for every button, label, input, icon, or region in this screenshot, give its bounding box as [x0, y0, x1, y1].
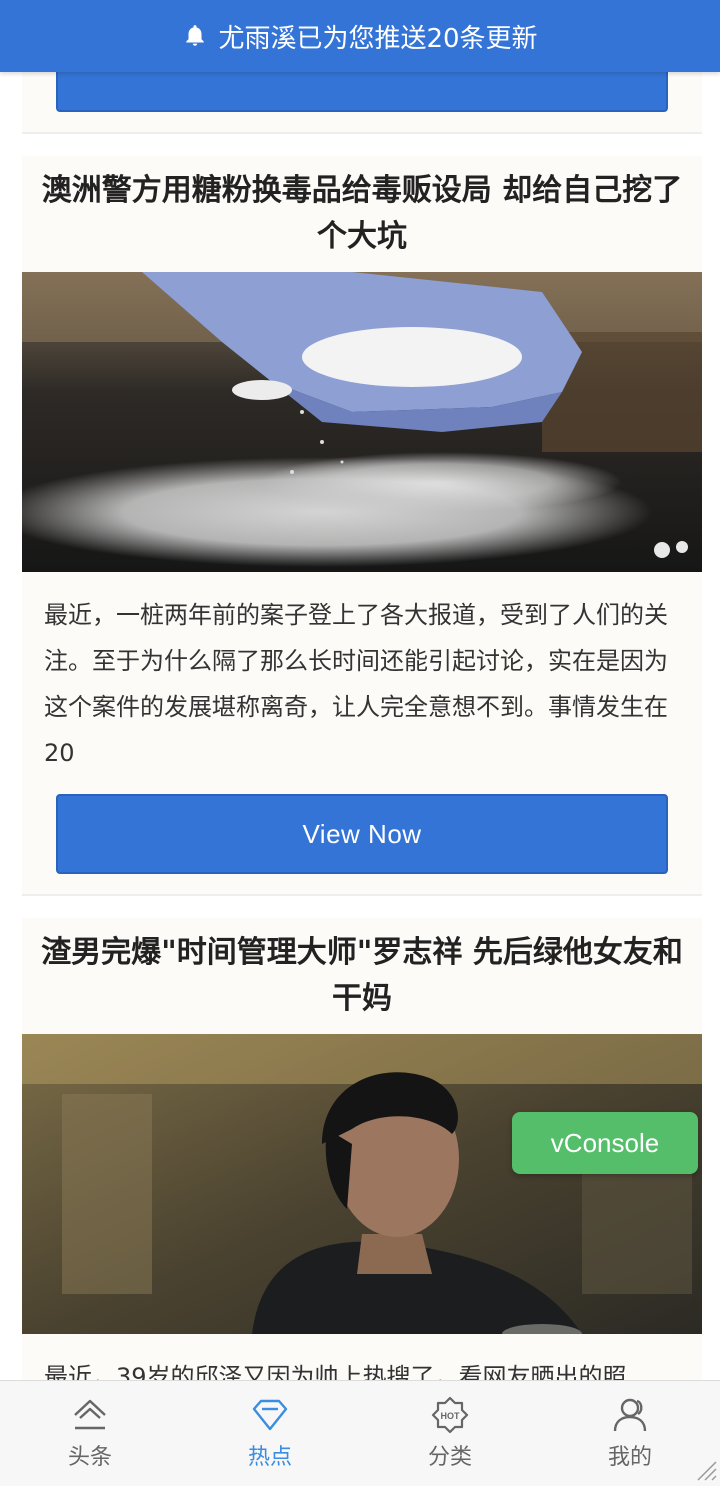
tab-label: 我的	[607, 1445, 652, 1470]
previous-view-button[interactable]	[56, 72, 668, 112]
man-photo	[22, 1034, 702, 1334]
divider	[22, 894, 702, 896]
view-now-button[interactable]: View Now	[56, 794, 668, 874]
hot-badge-icon: HOT	[431, 1396, 469, 1434]
home-icon	[74, 1399, 106, 1430]
resize-grip-icon[interactable]	[692, 1456, 718, 1482]
article-excerpt: 最近，一桩两年前的案子登上了各大报道，受到了人们的关注。至于为什么隔了那么长时间…	[44, 601, 668, 767]
tab-label: 头条	[67, 1445, 112, 1470]
notification-bar: 尤雨溪已为您推送20条更新	[0, 0, 720, 72]
notification-text: 尤雨溪已为您推送20条更新	[218, 23, 538, 54]
tab-hot[interactable]: 热点	[180, 1381, 360, 1486]
tab-label: 分类	[427, 1445, 472, 1470]
article-title[interactable]: 澳洲警方用糖粉换毒品给毒贩设局 却给自己挖了个大坑	[22, 156, 702, 260]
tab-headlines[interactable]: 头条	[0, 1381, 180, 1486]
user-icon	[613, 1398, 647, 1432]
article-image[interactable]	[22, 1034, 702, 1334]
bottom-tab-bar: 头条 热点 HOT 分类 我的	[0, 1380, 720, 1486]
article-card[interactable]: 澳洲警方用糖粉换毒品给毒贩设局 却给自己挖了个大坑 最近，一桩两年前的案子登上了…	[22, 156, 702, 894]
svg-text:HOT: HOT	[441, 1411, 461, 1421]
article-title[interactable]: 渣男完爆"时间管理大师"罗志祥 先后绿他女友和干妈	[22, 918, 702, 1022]
vconsole-button[interactable]: vConsole	[512, 1112, 698, 1174]
tab-label: 热点	[247, 1445, 292, 1470]
powder-photo	[22, 272, 702, 572]
diamond-icon	[252, 1399, 288, 1431]
divider	[22, 132, 702, 134]
tab-categories[interactable]: HOT 分类	[360, 1381, 540, 1486]
previous-article-card	[22, 72, 702, 132]
article-image[interactable]	[22, 272, 702, 572]
bell-icon	[186, 25, 205, 46]
